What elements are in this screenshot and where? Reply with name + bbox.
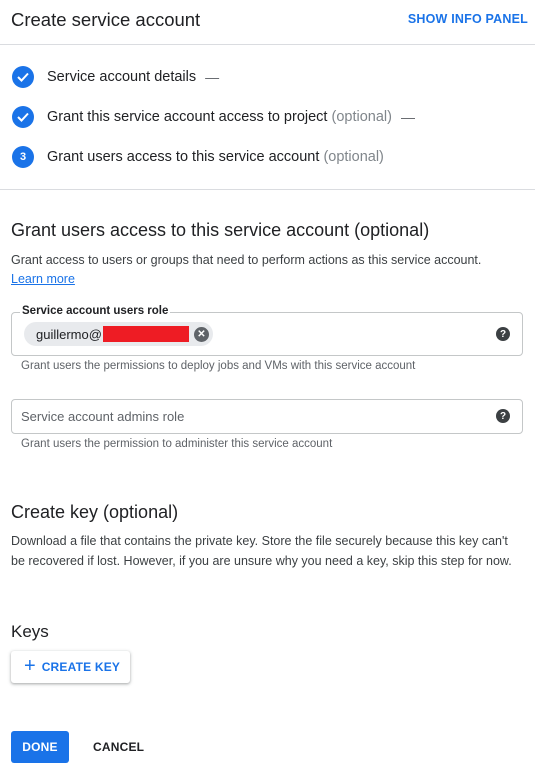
- chip-remove-icon[interactable]: ✕: [193, 326, 209, 342]
- step-grant-users-access[interactable]: 3 Grant users access to this service acc…: [12, 145, 384, 169]
- plus-icon: +: [24, 655, 36, 677]
- admins-role-placeholder: Service account admins role: [21, 409, 185, 424]
- check-circle-icon: [12, 66, 34, 88]
- grant-section-title: Grant users access to this service accou…: [11, 220, 430, 240]
- step-grant-project-access[interactable]: Grant this service account access to pro…: [12, 105, 415, 129]
- users-role-hint: Grant users the permissions to deploy jo…: [21, 360, 416, 372]
- done-button[interactable]: DONE: [11, 731, 69, 763]
- dialog-header: Create service account SHOW INFO PANEL: [0, 0, 535, 45]
- user-chip-text: guillermo@: [36, 326, 102, 342]
- service-account-users-role-field[interactable]: Service account users role guillermo@ ✕ …: [11, 305, 523, 356]
- keys-heading: Keys: [11, 622, 49, 641]
- create-key-label: CREATE KEY: [41, 660, 121, 674]
- learn-more-link[interactable]: Learn more: [11, 272, 75, 286]
- step-service-account-details[interactable]: Service account details —: [12, 65, 219, 89]
- cancel-button[interactable]: CANCEL: [93, 740, 144, 754]
- create-key-button[interactable]: + CREATE KEY: [11, 651, 130, 683]
- show-info-panel-button[interactable]: SHOW INFO PANEL: [408, 12, 528, 26]
- step-connector: —: [400, 109, 415, 125]
- step-optional-tag: (optional): [323, 149, 384, 165]
- help-icon[interactable]: ?: [496, 327, 510, 341]
- check-circle-icon: [12, 106, 34, 128]
- create-key-description: Download a file that contains the privat…: [11, 534, 512, 568]
- stepper: Service account details — Grant this ser…: [0, 45, 535, 190]
- users-role-label: Service account users role: [20, 305, 171, 317]
- help-icon[interactable]: ?: [496, 409, 510, 423]
- step-connector: —: [205, 69, 220, 85]
- user-chip[interactable]: guillermo@ ✕: [24, 322, 213, 346]
- page-title: Create service account: [11, 9, 201, 30]
- step-label: Service account details: [47, 69, 197, 85]
- create-key-title: Create key (optional): [11, 502, 179, 522]
- admins-role-hint: Grant users the permission to administer…: [21, 438, 333, 450]
- step-label: Grant this service account access to pro…: [47, 109, 392, 125]
- step-label: Grant users access to this service accou…: [47, 149, 384, 165]
- step-optional-tag: (optional): [331, 109, 392, 125]
- redaction-bar: [102, 326, 189, 342]
- step-number-badge: 3: [12, 146, 34, 168]
- service-account-admins-role-field[interactable]: Service account admins role ?: [11, 399, 523, 434]
- grant-section-description: Grant access to users or groups that nee…: [11, 253, 482, 267]
